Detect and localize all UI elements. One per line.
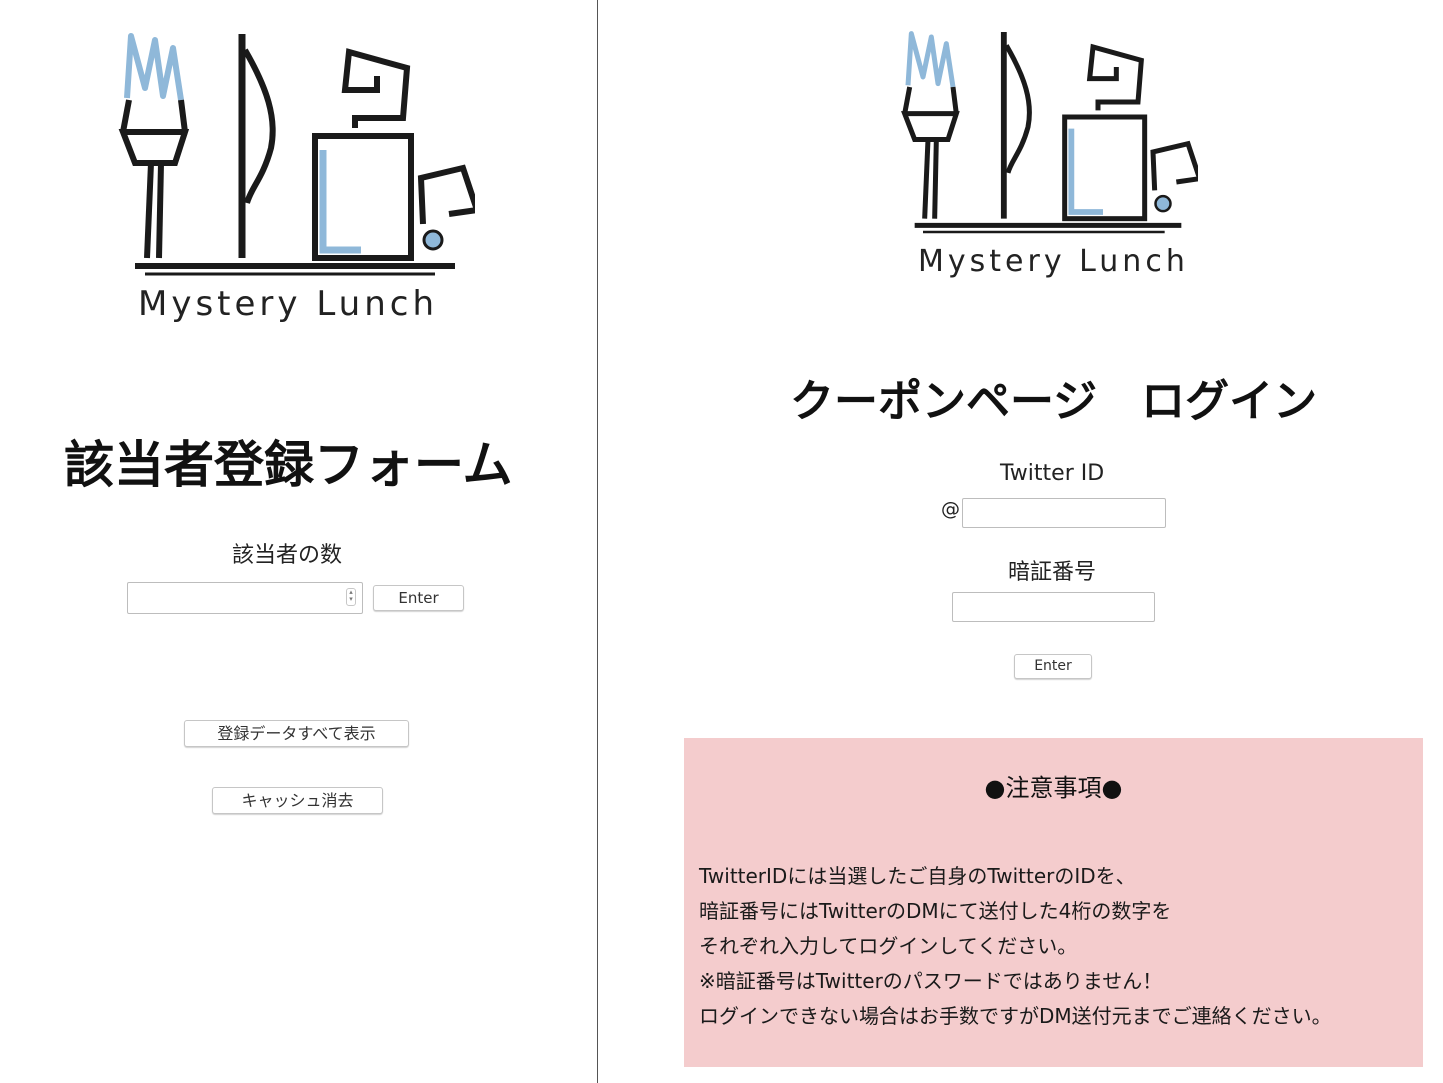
- notice-line: それぞれ入力してログインしてください。: [699, 934, 1078, 958]
- notice-line: TwitterIDには当選したご自身のTwitterのIDを、: [699, 864, 1136, 888]
- show-all-data-button[interactable]: 登録データすべて表示: [184, 720, 409, 747]
- login-enter-button[interactable]: Enter: [1014, 654, 1092, 679]
- notice-line: ※暗証番号はTwitterのパスワードではありません！: [699, 969, 1163, 993]
- clear-cache-button[interactable]: キャッシュ消去: [212, 787, 383, 814]
- notice-box: ●注意事項● TwitterIDには当選したご自身のTwitterのIDを、 暗…: [684, 738, 1423, 1067]
- count-label: 該当者の数: [232, 543, 343, 568]
- page-title: クーポンページ ログイン: [790, 376, 1318, 427]
- mystery-lunch-logo: [898, 24, 1198, 240]
- brand-name: Mystery Lunch: [138, 284, 439, 324]
- brand-name: Mystery Lunch: [918, 244, 1189, 279]
- at-sign: @: [941, 498, 960, 520]
- notice-line: 暗証番号にはTwitterのDMにて送付した4桁の数字を: [699, 899, 1172, 923]
- panel-divider: [597, 0, 598, 1083]
- mystery-lunch-logo: [115, 28, 475, 280]
- count-number-input[interactable]: ▴ ▾: [127, 582, 363, 614]
- notice-line: ログインできない場合はお手数ですがDM送付元までご連絡ください。: [699, 1004, 1332, 1028]
- notice-title: ●注意事項●: [984, 774, 1123, 802]
- count-enter-button[interactable]: Enter: [373, 585, 464, 611]
- twitter-id-label: Twitter ID: [1000, 461, 1105, 486]
- pin-input[interactable]: [952, 592, 1155, 622]
- pin-label: 暗証番号: [1008, 560, 1097, 585]
- page-title: 該当者登録フォーム: [64, 436, 513, 494]
- twitter-id-input[interactable]: [962, 498, 1166, 528]
- spinner-arrows-icon[interactable]: ▴ ▾: [346, 588, 356, 606]
